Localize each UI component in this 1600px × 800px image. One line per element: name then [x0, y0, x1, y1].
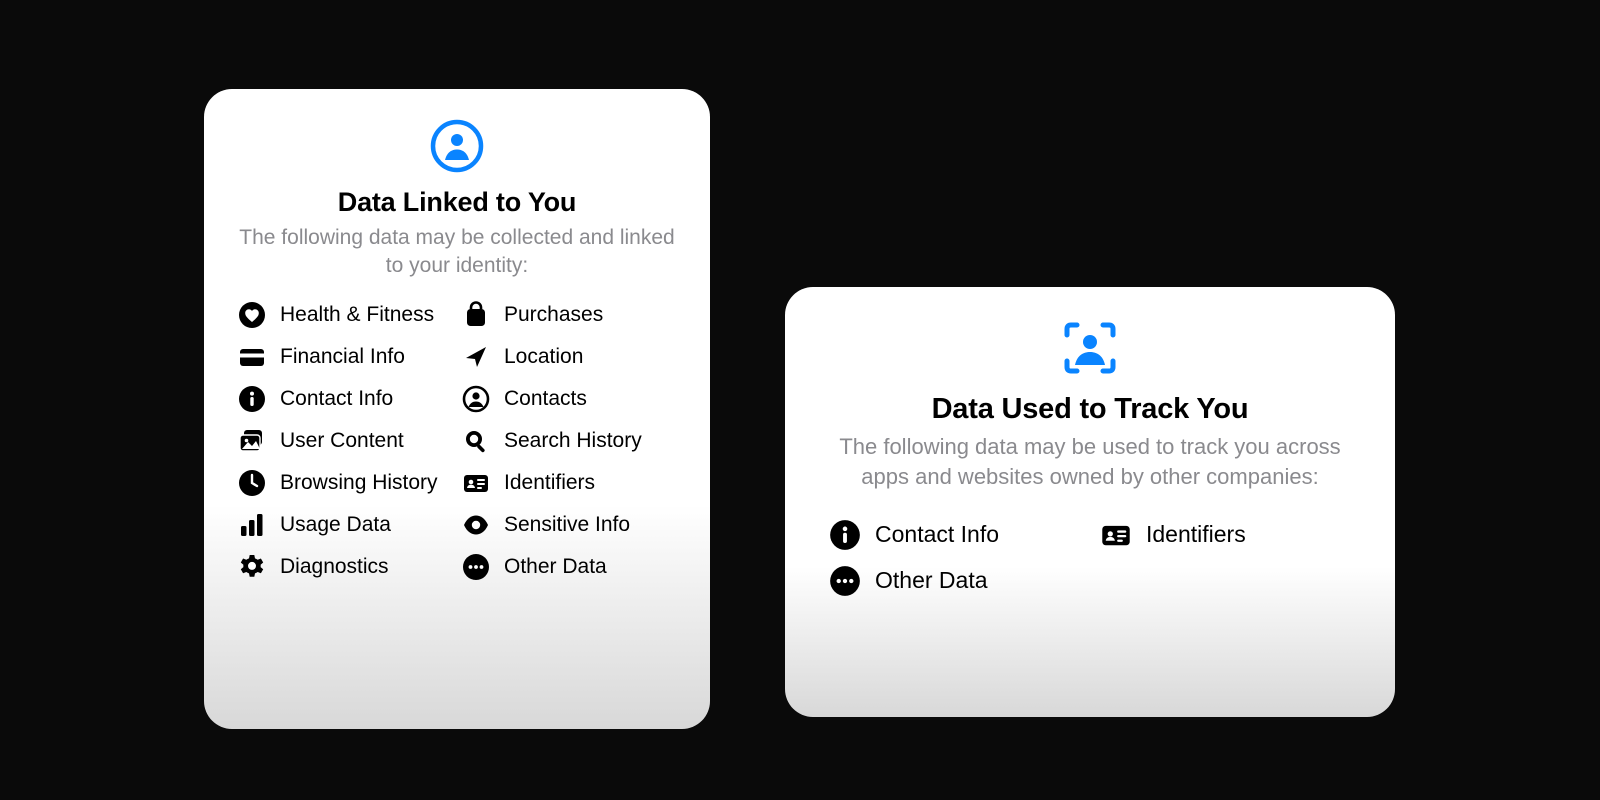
- gear-icon: [238, 553, 266, 581]
- data-type-item: Identifiers: [1100, 519, 1351, 551]
- data-type-label: Identifiers: [504, 469, 595, 496]
- data-type-label: Location: [504, 343, 583, 370]
- data-type-item: Diagnostics: [238, 553, 452, 581]
- bag-icon: [462, 301, 490, 329]
- data-type-label: Search History: [504, 427, 642, 454]
- credit-card-icon: [238, 343, 266, 371]
- data-type-item: Browsing History: [238, 469, 452, 497]
- eye-icon: [462, 511, 490, 539]
- id-card-icon: [1100, 519, 1132, 551]
- card-header: Data Linked to You The following data ma…: [234, 119, 680, 281]
- data-type-item: Search History: [462, 427, 676, 455]
- heart-circle-icon: [238, 301, 266, 329]
- data-type-label: User Content: [280, 427, 404, 454]
- id-card-icon: [462, 469, 490, 497]
- location-arrow-icon: [462, 343, 490, 371]
- data-type-label: Other Data: [504, 553, 607, 580]
- data-type-item: Sensitive Info: [462, 511, 676, 539]
- data-type-label: Health & Fitness: [280, 301, 434, 328]
- data-type-item: Health & Fitness: [238, 301, 452, 329]
- data-type-item: User Content: [238, 427, 452, 455]
- person-circle-accent-icon: [430, 119, 484, 173]
- card-subtitle: The following data may be collected and …: [234, 224, 680, 281]
- ellipsis-circle-icon: [462, 553, 490, 581]
- data-type-item: Contact Info: [238, 385, 452, 413]
- privacy-card-linked: Data Linked to You The following data ma…: [204, 89, 710, 729]
- data-type-label: Contacts: [504, 385, 587, 412]
- data-type-label: Financial Info: [280, 343, 405, 370]
- data-type-label: Sensitive Info: [504, 511, 630, 538]
- data-type-label: Browsing History: [280, 469, 438, 496]
- data-type-item: Contacts: [462, 385, 676, 413]
- data-type-item: Identifiers: [462, 469, 676, 497]
- person-viewfinder-icon: [1059, 317, 1121, 379]
- data-types-grid: Contact Info Other Data Identifiers: [815, 511, 1365, 597]
- data-type-item: Purchases: [462, 301, 676, 329]
- card-subtitle: The following data may be used to track …: [815, 432, 1365, 491]
- data-type-label: Usage Data: [280, 511, 391, 538]
- card-title: Data Linked to You: [234, 187, 680, 218]
- info-circle-icon: [238, 385, 266, 413]
- data-type-label: Contact Info: [280, 385, 393, 412]
- data-type-label: Contact Info: [875, 519, 999, 549]
- data-type-item: Usage Data: [238, 511, 452, 539]
- data-type-item: Financial Info: [238, 343, 452, 371]
- data-type-item: Contact Info: [829, 519, 1080, 551]
- data-type-item: Location: [462, 343, 676, 371]
- bar-chart-icon: [238, 511, 266, 539]
- data-type-label: Diagnostics: [280, 553, 389, 580]
- privacy-card-track: Data Used to Track You The following dat…: [785, 287, 1395, 717]
- ellipsis-circle-icon: [829, 565, 861, 597]
- card-title: Data Used to Track You: [815, 393, 1365, 426]
- magnifier-icon: [462, 427, 490, 455]
- data-type-label: Other Data: [875, 565, 988, 595]
- data-type-item: Other Data: [829, 565, 1080, 597]
- card-header: Data Used to Track You The following dat…: [815, 317, 1365, 491]
- photo-stack-icon: [238, 427, 266, 455]
- data-type-item: Other Data: [462, 553, 676, 581]
- info-circle-icon: [829, 519, 861, 551]
- clock-icon: [238, 469, 266, 497]
- data-type-label: Identifiers: [1146, 519, 1246, 549]
- data-type-label: Purchases: [504, 301, 603, 328]
- data-types-grid: Health & Fitness Financial Info Contact In…: [234, 301, 680, 581]
- person-circle-icon: [462, 385, 490, 413]
